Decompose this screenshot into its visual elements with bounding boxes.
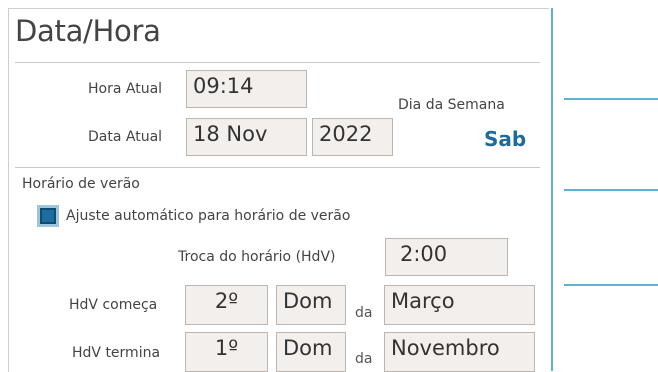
dst-start-label: HdV começa <box>69 297 158 313</box>
page-title: Data/Hora <box>15 14 161 48</box>
current-date-day-month-field[interactable]: 18 Nov <box>186 118 307 156</box>
dst-auto-checkbox[interactable] <box>37 205 59 227</box>
dst-end-day-field[interactable]: Dom <box>276 332 346 372</box>
dst-section-label: Horário de verão <box>22 176 140 192</box>
softkey-separator-2 <box>564 189 658 191</box>
dst-end-ordinal-field[interactable]: 1º <box>185 332 268 372</box>
dst-end-of-label: da <box>355 351 373 367</box>
current-date-label: Data Atual <box>88 129 163 145</box>
dst-start-month-field[interactable]: Março <box>384 285 535 325</box>
dst-change-time-field[interactable]: 2:00 <box>385 238 508 276</box>
dst-end-label: HdV termina <box>72 345 161 361</box>
dst-change-label: Troca do horário (HdV) <box>178 249 336 265</box>
softkey-separator-1 <box>564 98 658 100</box>
dst-end-month-field[interactable]: Novembro <box>384 332 535 372</box>
dst-start-ordinal-field[interactable]: 2º <box>185 285 268 325</box>
weekday-label: Dia da Semana <box>398 97 505 113</box>
softkey-separator-3 <box>564 284 658 286</box>
current-date-year-field[interactable]: 2022 <box>312 118 393 156</box>
weekday-value: Sab <box>484 127 527 151</box>
dst-start-day-field[interactable]: Dom <box>276 285 346 325</box>
softkey-divider <box>551 8 553 371</box>
current-time-label: Hora Atual <box>88 81 163 97</box>
title-divider <box>15 62 540 63</box>
section-divider <box>15 167 540 168</box>
dst-auto-label: Ajuste automático para horário de verão <box>66 208 351 224</box>
dst-start-of-label: da <box>355 305 373 321</box>
current-time-field[interactable]: 09:14 <box>186 70 307 108</box>
